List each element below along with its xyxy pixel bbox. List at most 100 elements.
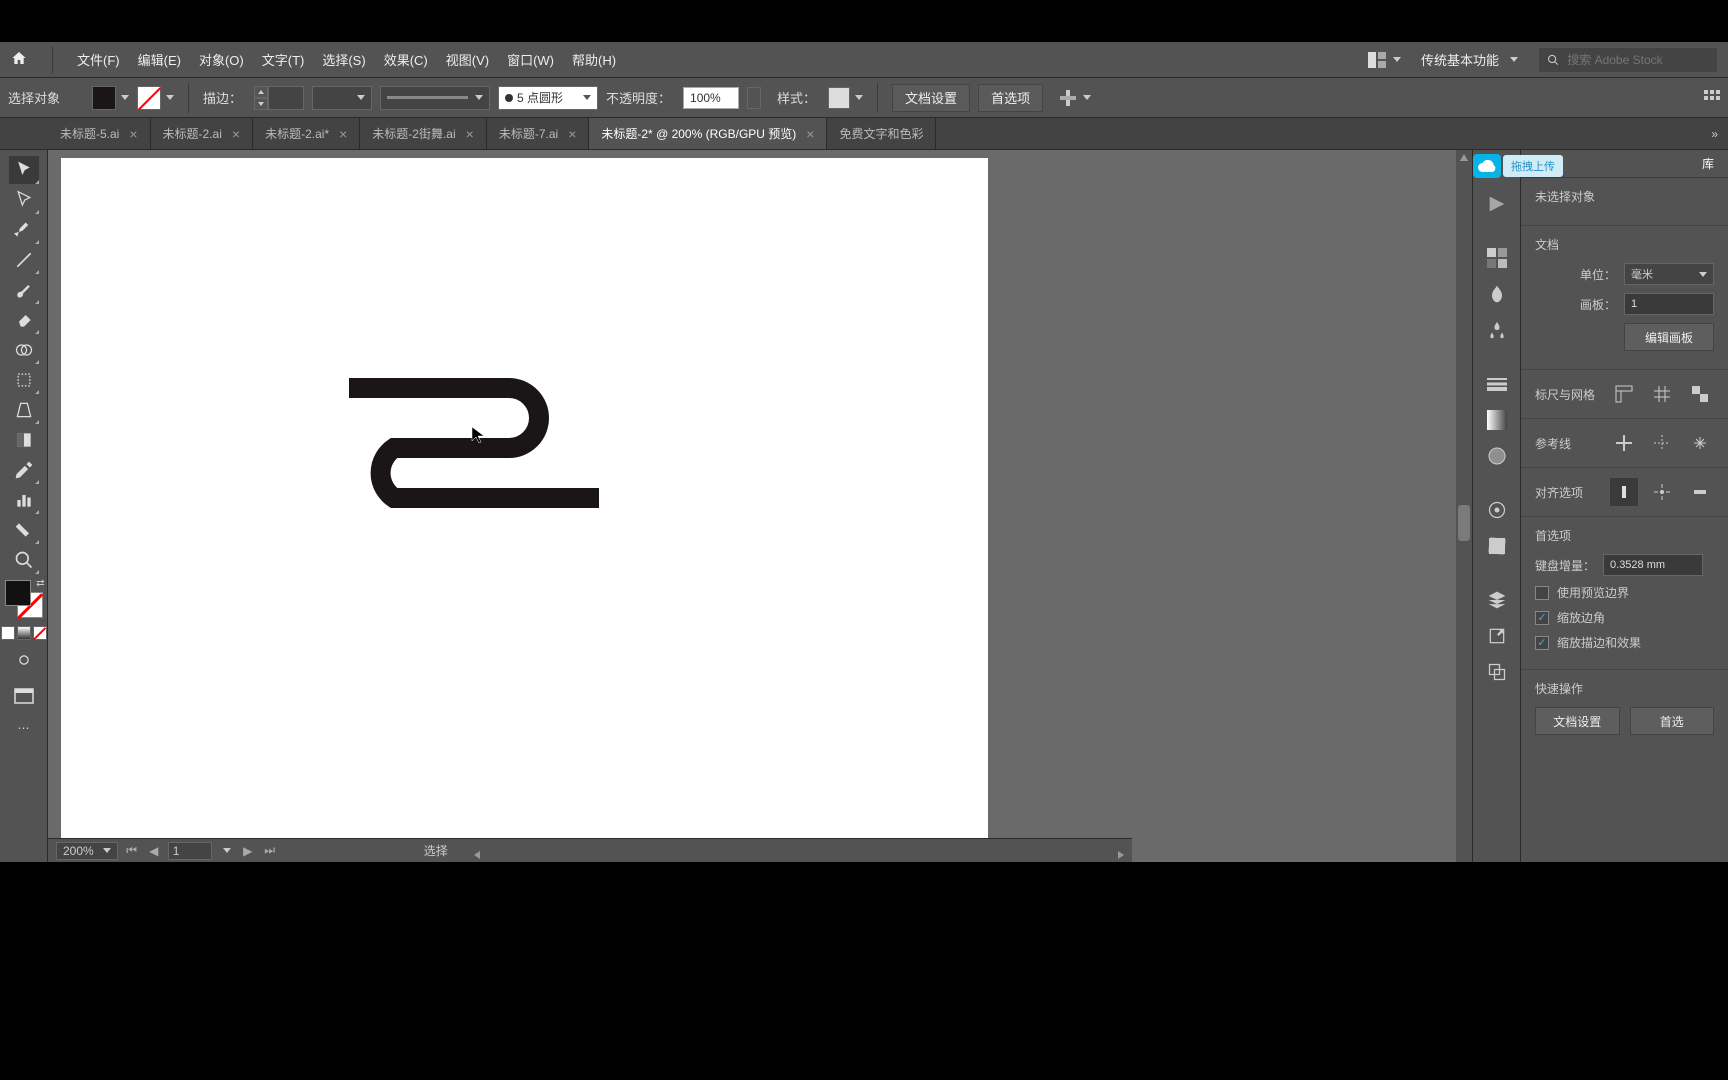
symbols-panel-icon[interactable] — [1481, 314, 1513, 346]
brush-tool[interactable] — [9, 276, 39, 304]
tab-libraries[interactable]: 库 — [1702, 155, 1714, 172]
guide-lock-icon[interactable] — [1648, 429, 1676, 457]
scale-strokes-checkbox[interactable]: 缩放描边和效果 — [1535, 634, 1714, 651]
draw-mode-icon[interactable] — [9, 646, 39, 674]
swatches-panel-icon[interactable] — [1481, 242, 1513, 274]
prev-artboard-icon[interactable]: ◀ — [146, 843, 162, 859]
snap-point-icon[interactable] — [1648, 478, 1676, 506]
close-icon[interactable]: × — [806, 126, 814, 142]
shape-builder-tool[interactable] — [9, 336, 39, 364]
close-icon[interactable]: × — [466, 126, 474, 142]
last-artboard-icon[interactable]: ⏭ — [262, 843, 278, 859]
opacity-arrow[interactable]: › — [747, 87, 761, 109]
tab-doc-active[interactable]: 未标题-2* @ 200% (RGB/GPU 预览)× — [589, 118, 827, 149]
eyedropper-tool[interactable] — [9, 456, 39, 484]
menu-view[interactable]: 视图(V) — [446, 50, 489, 69]
zoom-select[interactable]: 200% — [56, 842, 118, 860]
doc-setup-qa-button[interactable]: 文档设置 — [1535, 707, 1620, 735]
workspace-switcher[interactable]: 传统基本功能 — [1421, 50, 1518, 69]
stroke-panel-icon[interactable] — [1481, 368, 1513, 400]
artboard-input[interactable]: 1 — [1624, 293, 1714, 315]
line-tool[interactable] — [9, 246, 39, 274]
tab-overflow[interactable]: » — [1701, 118, 1728, 149]
close-icon[interactable]: × — [232, 126, 240, 142]
search-box[interactable] — [1538, 47, 1718, 73]
cloud-upload-tooltip[interactable]: 拖拽上传 — [1473, 154, 1563, 178]
next-artboard-icon[interactable]: ▶ — [240, 843, 256, 859]
search-input[interactable] — [1567, 53, 1709, 67]
key-increment-input[interactable]: 0.3528 mm — [1603, 554, 1703, 576]
tab-doc-2a[interactable]: 未标题-2.ai× — [151, 118, 254, 149]
appearance-panel-icon[interactable] — [1481, 494, 1513, 526]
asset-export-panel-icon[interactable] — [1481, 620, 1513, 652]
arrange-docs-icon[interactable] — [1368, 52, 1401, 68]
preferences-button[interactable]: 首选项 — [978, 84, 1043, 112]
menu-window[interactable]: 窗口(W) — [507, 50, 554, 69]
color-mode-toggles[interactable] — [1, 626, 47, 640]
stroke-swatch[interactable] — [137, 86, 174, 110]
menu-edit[interactable]: 编辑(E) — [138, 50, 181, 69]
pen-tool[interactable] — [9, 216, 39, 244]
scroll-thumb[interactable] — [1458, 505, 1470, 541]
stroke-profile-select[interactable]: 5 点圆形 — [498, 86, 598, 110]
snap-grid-icon[interactable] — [1686, 478, 1714, 506]
menu-file[interactable]: 文件(F) — [77, 50, 120, 69]
artboard-nav-input[interactable]: 1 — [168, 842, 212, 860]
zoom-tool[interactable] — [9, 546, 39, 574]
layers-panel-icon[interactable] — [1481, 584, 1513, 616]
gradient-panel-icon[interactable] — [1481, 404, 1513, 436]
menu-help[interactable]: 帮助(H) — [572, 50, 616, 69]
gradient-tool[interactable] — [9, 426, 39, 454]
fill-stroke-tool[interactable]: ⇄ — [5, 580, 43, 618]
vertical-scrollbar[interactable] — [1456, 150, 1472, 978]
close-icon[interactable]: × — [129, 126, 137, 142]
tab-doc-dance[interactable]: 未标题-2街舞.ai× — [360, 118, 487, 149]
screen-mode-tool[interactable] — [10, 684, 38, 708]
menu-object[interactable]: 对象(O) — [199, 50, 244, 69]
tab-doc-7[interactable]: 未标题-7.ai× — [487, 118, 590, 149]
stroke-width-select[interactable] — [312, 86, 372, 110]
menu-type[interactable]: 文字(T) — [262, 50, 305, 69]
guide-visibility-icon[interactable] — [1610, 429, 1638, 457]
selection-tool[interactable] — [9, 156, 39, 184]
grid-icon[interactable] — [1648, 380, 1676, 408]
toolbox-more[interactable]: ⋯ — [9, 714, 39, 742]
direct-selection-tool[interactable] — [9, 186, 39, 214]
home-button[interactable] — [10, 50, 28, 69]
tab-doc-2b[interactable]: 未标题-2.ai*× — [253, 118, 360, 149]
transparency-panel-icon[interactable] — [1481, 440, 1513, 472]
stroke-type-select[interactable] — [380, 86, 490, 110]
edit-artboards-button[interactable]: 编辑画板 — [1624, 323, 1714, 351]
ruler-icon[interactable] — [1610, 380, 1638, 408]
tab-doc-5[interactable]: 未标题-5.ai× — [48, 118, 151, 149]
eraser-tool[interactable] — [9, 306, 39, 334]
scale-corners-checkbox[interactable]: 缩放边角 — [1535, 609, 1714, 626]
menu-select[interactable]: 选择(S) — [322, 50, 365, 69]
document-setup-button[interactable]: 文档设置 — [892, 84, 970, 112]
tab-doc-free[interactable]: 免费文字和色彩 — [827, 118, 936, 149]
column-graph-tool[interactable] — [9, 486, 39, 514]
artboards-panel-icon[interactable] — [1481, 656, 1513, 688]
horizontal-scrollbar[interactable] — [474, 844, 1124, 858]
slice-tool[interactable] — [9, 516, 39, 544]
stroke-weight-input[interactable] — [268, 86, 304, 110]
preferences-qa-button[interactable]: 首选 — [1630, 707, 1715, 735]
perspective-tool[interactable] — [9, 396, 39, 424]
snap-pixel-icon[interactable] — [1610, 478, 1638, 506]
fill-swatch[interactable] — [92, 86, 129, 110]
grid-icon[interactable] — [1704, 90, 1720, 106]
free-transform-tool[interactable] — [9, 366, 39, 394]
brushes-panel-icon[interactable] — [1481, 278, 1513, 310]
close-icon[interactable]: × — [339, 126, 347, 142]
graphic-styles-panel-icon[interactable] — [1481, 530, 1513, 562]
preview-bounds-checkbox[interactable]: 使用预览边界 — [1535, 584, 1714, 601]
opacity-input[interactable]: 100% — [683, 87, 739, 109]
align-icon[interactable] — [1059, 89, 1091, 107]
transparency-grid-icon[interactable] — [1686, 380, 1714, 408]
close-icon[interactable]: × — [568, 126, 576, 142]
units-select[interactable]: 毫米 — [1624, 263, 1714, 285]
first-artboard-icon[interactable]: ⏮ — [124, 843, 140, 859]
stroke-spinner[interactable] — [254, 86, 268, 110]
artboard-dropdown-icon[interactable] — [218, 843, 234, 859]
properties-panel-icon[interactable] — [1481, 188, 1513, 220]
